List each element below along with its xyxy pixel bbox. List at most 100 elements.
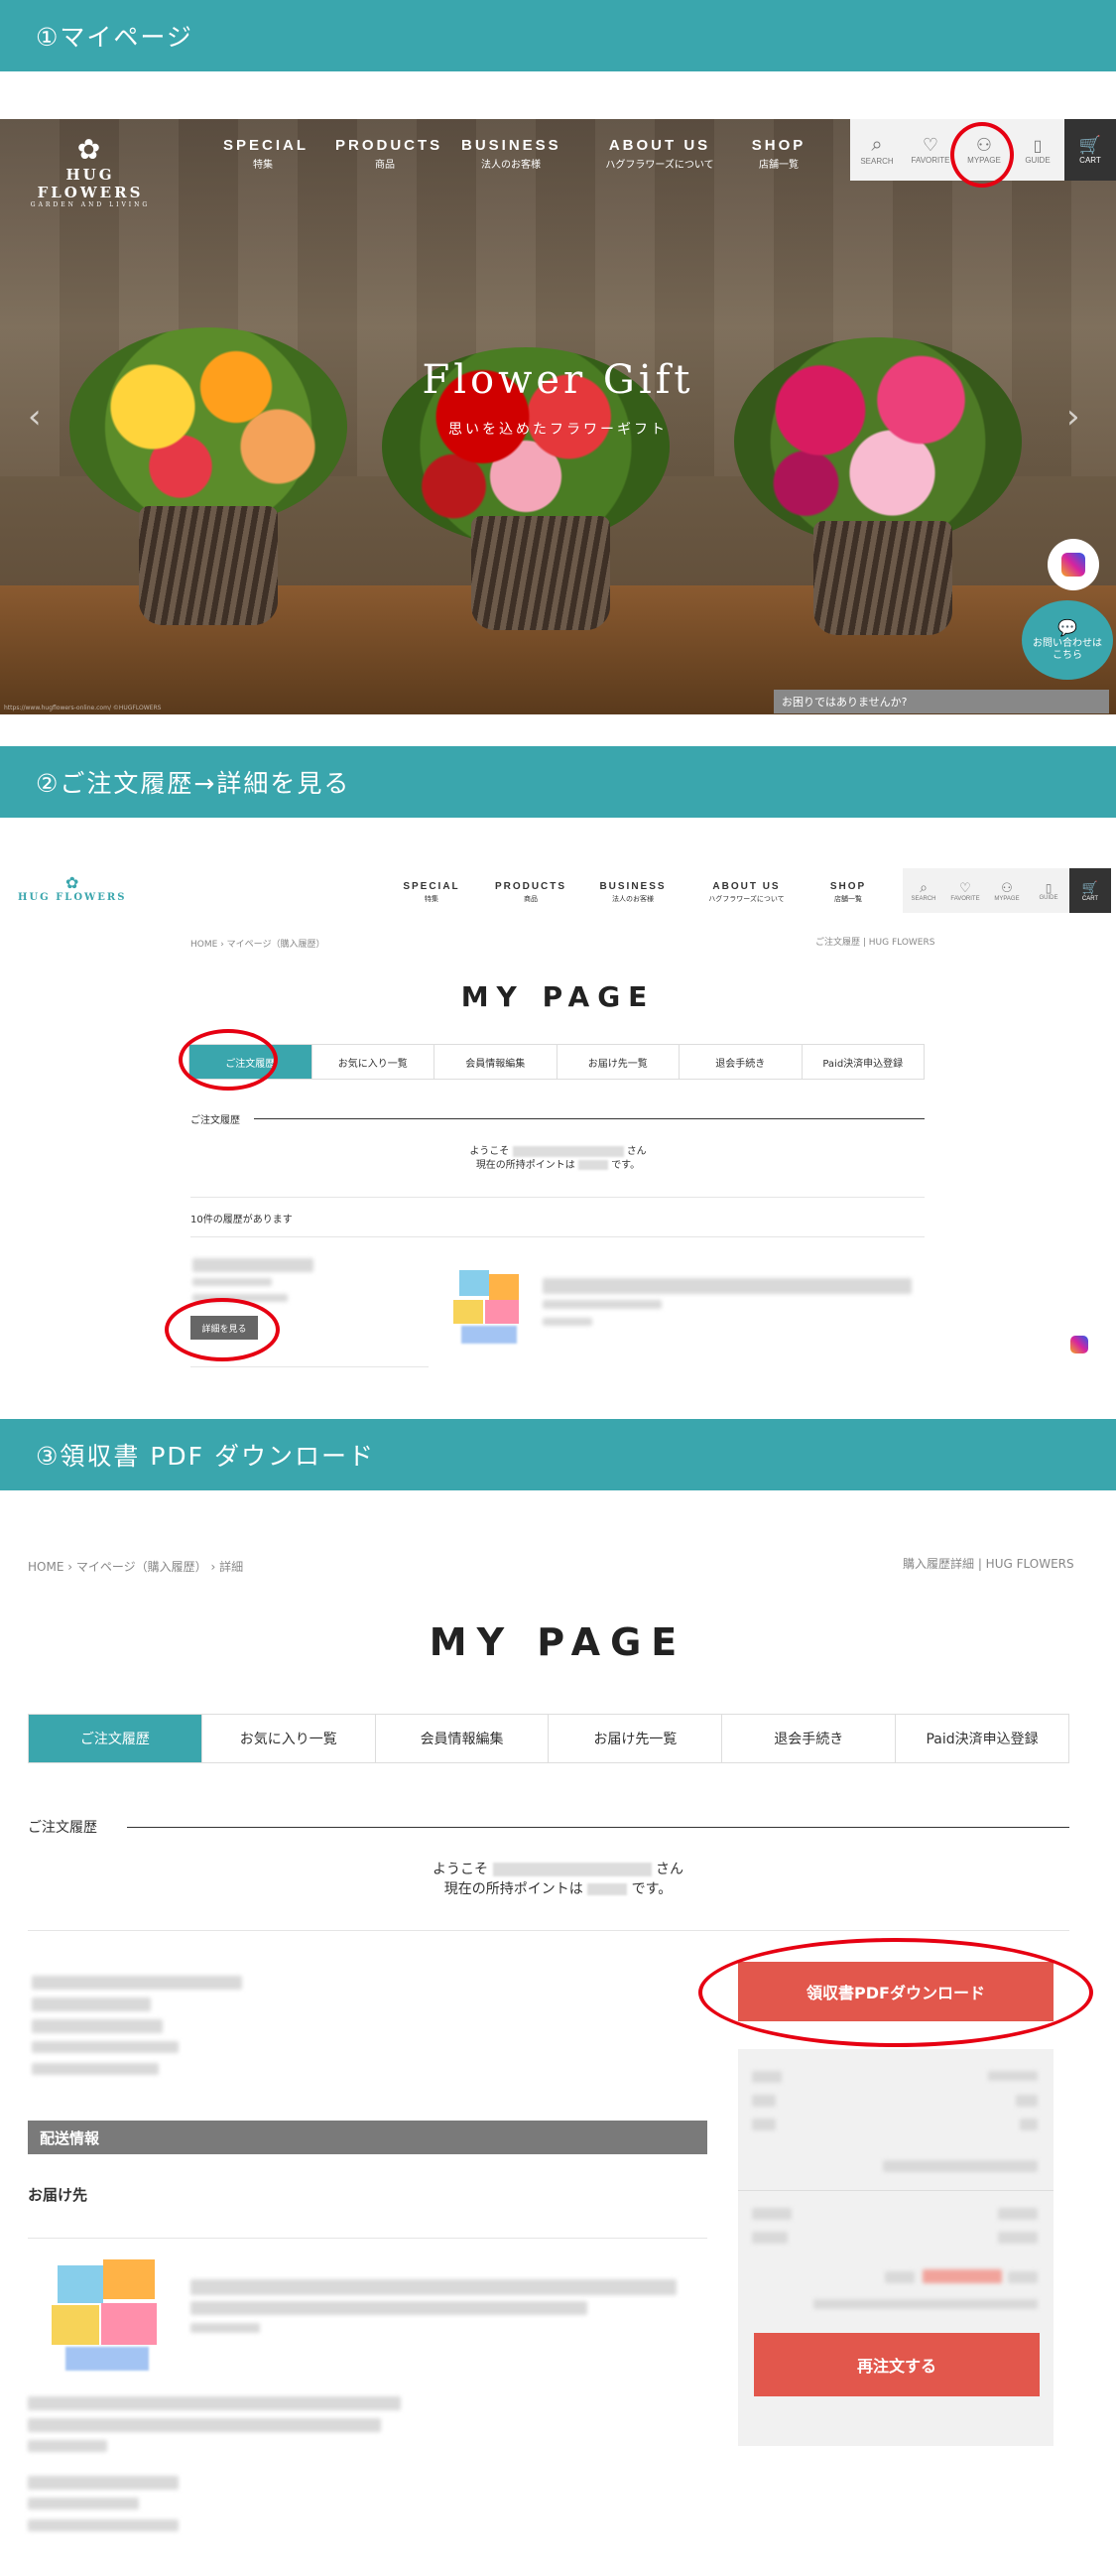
- nav-about-us[interactable]: ABOUT US ハグフラワーズについて: [694, 881, 799, 904]
- mypage-tabs: ご注文履歴 お気に入り一覧 会員情報編集 お届け先一覧 退会手続き Paid決済…: [188, 1044, 925, 1080]
- mypage-history-screenshot: ✿ HUG FLOWERS SPECIAL 特集 PRODUCTS 商品 BUS…: [0, 863, 1116, 1379]
- instagram-button[interactable]: [1066, 1332, 1092, 1357]
- nav-sublabel: ハグフラワーズについて: [605, 160, 714, 171]
- username-redacted: [492, 1863, 652, 1876]
- search-button[interactable]: ⌕ SEARCH: [850, 119, 904, 181]
- summary-label-redacted: [885, 2271, 915, 2283]
- icon-label: SEARCH: [911, 896, 936, 902]
- search-button[interactable]: ⌕ SEARCH: [903, 868, 944, 913]
- address-redacted: [28, 2476, 179, 2490]
- delivery-info-header: 配送情報: [28, 2121, 707, 2154]
- nav-label: PRODUCTS: [494, 881, 567, 892]
- cart-icon: 🛒: [1081, 879, 1099, 895]
- breadcrumb-separator-icon: ›: [67, 1560, 76, 1574]
- tab-addresses[interactable]: お届け先一覧: [558, 1045, 680, 1079]
- divider: [190, 1366, 429, 1367]
- next-slide-icon[interactable]: ›: [1066, 397, 1080, 437]
- nav-products[interactable]: PRODUCTS 商品: [486, 881, 575, 904]
- photo-credit: https://www.hugflowers-online.com/ ©HUGF…: [4, 705, 162, 711]
- tab-withdraw[interactable]: 退会手続き: [680, 1045, 803, 1079]
- breadcrumb-home[interactable]: HOME: [28, 1560, 63, 1574]
- tab-withdraw[interactable]: 退会手続き: [722, 1715, 897, 1762]
- heart-icon: ♡: [922, 135, 939, 155]
- prev-slide-icon[interactable]: ‹: [28, 397, 42, 437]
- order-info-redacted: [32, 2063, 159, 2075]
- nav-special[interactable]: SPECIAL 特集: [397, 881, 466, 904]
- nav-products[interactable]: PRODUCTS 商品: [335, 137, 443, 171]
- product-thumbnail[interactable]: [453, 1270, 525, 1346]
- nav-about-us[interactable]: ABOUT US ハグフラワーズについて: [590, 137, 729, 171]
- guide-button[interactable]: ▯ GUIDE: [1028, 868, 1069, 913]
- hero-subtitle: 思いを込めたフラワーギフト: [448, 422, 668, 438]
- guide-button[interactable]: ▯ GUIDE: [1011, 119, 1064, 181]
- icon-label: GUIDE: [1025, 155, 1051, 165]
- nav-business[interactable]: BUSINESS 法人のお客様: [588, 881, 678, 904]
- tab-paid-registration[interactable]: Paid決済申込登録: [803, 1045, 925, 1079]
- mypage-button[interactable]: ⚇ MYPAGE: [986, 868, 1028, 913]
- order-info-redacted: [192, 1258, 313, 1272]
- logo-text: HUG FLOWERS: [37, 166, 144, 201]
- nav-business[interactable]: BUSINESS 法人のお客様: [461, 137, 560, 171]
- tab-order-history[interactable]: ご注文履歴: [29, 1715, 202, 1762]
- favorite-button[interactable]: ♡ FAVORITE: [904, 119, 957, 181]
- highlight-receipt-button: [698, 1938, 1093, 2047]
- nav-label: SPECIAL: [403, 881, 460, 892]
- breadcrumb-detail: 詳細: [219, 1560, 244, 1574]
- order-info-redacted: [32, 2041, 179, 2053]
- nav-label: PRODUCTS: [335, 137, 443, 154]
- tab-member-info[interactable]: 会員情報編集: [434, 1045, 558, 1079]
- icon-label: FAVORITE: [950, 895, 980, 902]
- tab-addresses[interactable]: お届け先一覧: [549, 1715, 723, 1762]
- breadcrumb-separator-icon: ›: [210, 1560, 220, 1574]
- nav-shop[interactable]: SHOP 店舗一覧: [818, 881, 878, 904]
- nav-sublabel: 特集: [253, 160, 273, 171]
- nav-special[interactable]: SPECIAL 特集: [223, 137, 306, 171]
- breadcrumb-mypage[interactable]: マイページ（購入履歴）: [76, 1560, 207, 1574]
- step3-banner: ③領収書 PDF ダウンロード: [0, 1419, 1116, 1490]
- nav-sublabel: 商品: [375, 160, 395, 171]
- address-redacted: [28, 2498, 139, 2510]
- address-redacted: [28, 2519, 179, 2531]
- site-logo-small[interactable]: ✿ HUG FLOWERS: [18, 873, 126, 903]
- favorite-button[interactable]: ♡ FAVORITE: [944, 868, 986, 913]
- points-suffix: です。: [611, 1160, 641, 1171]
- tab-favorites[interactable]: お気に入り一覧: [312, 1045, 434, 1079]
- nav-label: BUSINESS: [461, 137, 561, 154]
- summary-value-redacted: [1020, 2119, 1038, 2130]
- instagram-button[interactable]: [1048, 539, 1099, 590]
- greeting-suffix: さん: [655, 1862, 683, 1877]
- logo-flower-icon: ✿: [65, 873, 79, 892]
- tab-paid-registration[interactable]: Paid決済申込登録: [896, 1715, 1068, 1762]
- product-name-redacted: [190, 2279, 677, 2295]
- page-label: ご注文履歴 | HUG FLOWERS: [815, 938, 935, 948]
- product-name-redacted: [190, 2301, 587, 2315]
- help-bar[interactable]: お困りではありませんか?: [774, 690, 1109, 713]
- greeting-suffix: さん: [626, 1146, 647, 1157]
- icon-label: FAVORITE: [911, 156, 950, 165]
- nav-sublabel: 店舗一覧: [759, 160, 799, 171]
- product-info-redacted: [190, 2323, 260, 2333]
- highlight-order-history-tab: [179, 1029, 278, 1091]
- page-title: MY PAGE: [460, 980, 656, 1013]
- cart-button[interactable]: 🛒 CART: [1069, 868, 1111, 913]
- tab-favorites[interactable]: お気に入り一覧: [202, 1715, 376, 1762]
- product-thumbnail[interactable]: [50, 2255, 163, 2373]
- icon-label: GUIDE: [1039, 894, 1058, 901]
- breadcrumb-home[interactable]: HOME: [190, 940, 217, 950]
- product-info-redacted: [543, 1318, 592, 1326]
- site-logo[interactable]: ✿ HUG FLOWERS GARDEN AND LIVING: [16, 133, 165, 208]
- basket-left: [139, 506, 278, 625]
- divider: [190, 1197, 925, 1198]
- reorder-button[interactable]: 再注文する: [754, 2333, 1040, 2396]
- tab-member-info[interactable]: 会員情報編集: [376, 1715, 550, 1762]
- nav-shop[interactable]: SHOP 店舗一覧: [744, 137, 813, 171]
- heart-icon: ♡: [959, 879, 971, 895]
- cart-button[interactable]: 🛒 CART: [1064, 119, 1116, 181]
- breadcrumb-mypage[interactable]: マイページ（購入履歴）: [227, 940, 325, 950]
- contact-button[interactable]: 💬 お問い合わせは こちら: [1022, 600, 1113, 680]
- greeting: ようこそ さん 現在の所持ポイントは です。: [0, 1861, 1116, 1899]
- greeting-prefix: ようこそ: [469, 1146, 510, 1157]
- chat-icon: 💬: [1057, 618, 1077, 638]
- summary-label-redacted: [752, 2208, 792, 2220]
- points-prefix: 現在の所持ポイントは: [443, 1880, 583, 1897]
